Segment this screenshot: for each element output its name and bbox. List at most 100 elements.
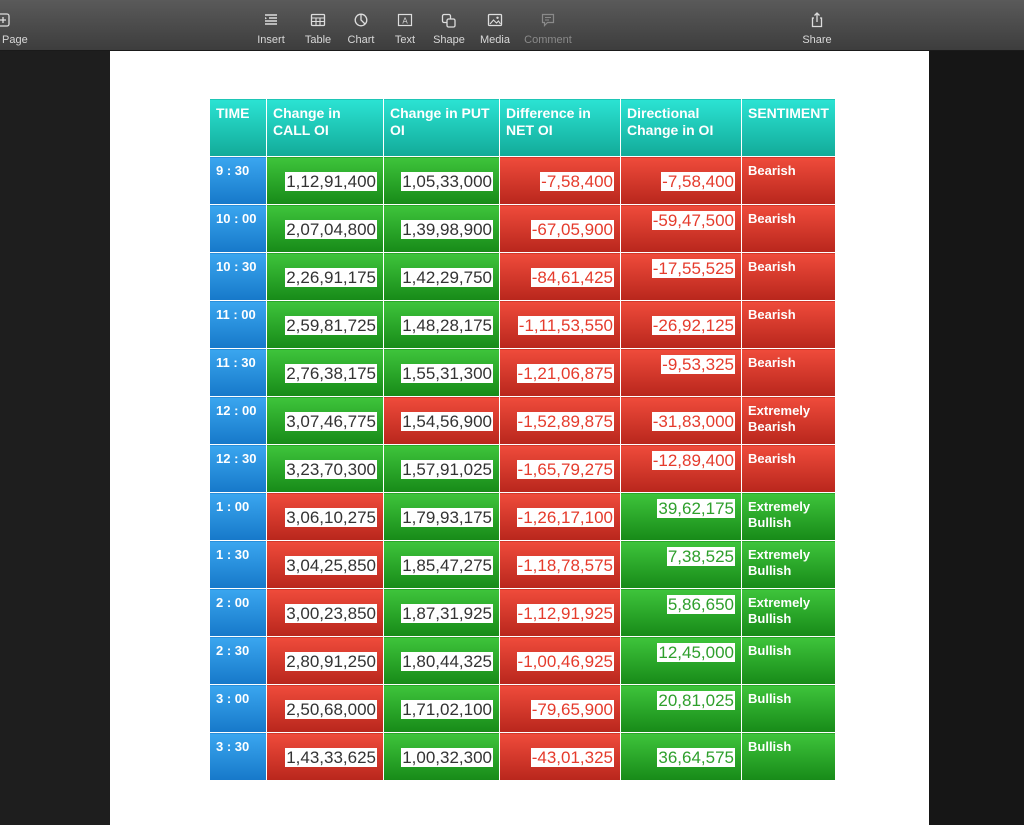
put-oi-cell[interactable]: 1,71,02,100 (383, 684, 500, 733)
net-oi-cell[interactable]: -1,52,89,875 (499, 396, 621, 445)
shape-button[interactable]: Shape (431, 0, 467, 50)
header-put-oi[interactable]: Change in PUT OI (383, 98, 500, 157)
insert-button[interactable]: Insert (251, 0, 291, 50)
time-cell[interactable]: 2 : 00 (209, 588, 267, 637)
call-oi-cell[interactable]: 2,80,91,250 (266, 636, 384, 685)
sentiment-cell[interactable]: Bearish (741, 156, 836, 205)
header-call-oi[interactable]: Change in CALL OI (266, 98, 384, 157)
time-cell[interactable]: 11 : 30 (209, 348, 267, 397)
sentiment-cell[interactable]: Extremely Bearish (741, 396, 836, 445)
oi-table[interactable]: TIME Change in CALL OI Change in PUT OI … (209, 98, 836, 781)
directional-oi-cell[interactable]: -7,58,400 (620, 156, 742, 205)
directional-oi-cell[interactable]: -59,47,500 (620, 204, 742, 253)
directional-oi-cell[interactable]: 20,81,025 (620, 684, 742, 733)
time-cell[interactable]: 10 : 30 (209, 252, 267, 301)
directional-oi-cell[interactable]: -9,53,325 (620, 348, 742, 397)
sentiment-cell[interactable]: Extremely Bullish (741, 588, 836, 637)
call-oi-cell[interactable]: 3,07,46,775 (266, 396, 384, 445)
share-button[interactable]: Share (800, 0, 834, 50)
table-row: 10 : 00 2,07,04,800 1,39,98,900 -67,05,900 -… (209, 204, 836, 253)
put-oi-cell-value: 1,39,98,900 (401, 220, 493, 239)
net-oi-cell[interactable]: -79,65,900 (499, 684, 621, 733)
call-oi-cell[interactable]: 3,00,23,850 (266, 588, 384, 637)
comment-button[interactable]: Comment (522, 0, 574, 50)
directional-oi-cell[interactable]: 5,86,650 (620, 588, 742, 637)
header-net-oi[interactable]: Difference in NET OI (499, 98, 621, 157)
sentiment-cell[interactable]: Bearish (741, 252, 836, 301)
sentiment-cell[interactable]: Bullish (741, 732, 836, 781)
chart-button[interactable]: Chart (342, 0, 380, 50)
directional-oi-cell-value: 7,38,525 (666, 547, 735, 566)
call-oi-cell[interactable]: 3,06,10,275 (266, 492, 384, 541)
net-oi-cell[interactable]: -1,18,78,575 (499, 540, 621, 589)
header-time[interactable]: TIME (209, 98, 267, 157)
put-oi-cell[interactable]: 1,85,47,275 (383, 540, 500, 589)
call-oi-cell[interactable]: 2,76,38,175 (266, 348, 384, 397)
time-cell[interactable]: 3 : 30 (209, 732, 267, 781)
net-oi-cell[interactable]: -43,01,325 (499, 732, 621, 781)
put-oi-cell[interactable]: 1,05,33,000 (383, 156, 500, 205)
put-oi-cell[interactable]: 1,80,44,325 (383, 636, 500, 685)
time-cell[interactable]: 2 : 30 (209, 636, 267, 685)
net-oi-cell[interactable]: -1,26,17,100 (499, 492, 621, 541)
time-cell[interactable]: 11 : 00 (209, 300, 267, 349)
sentiment-cell[interactable]: Extremely Bullish (741, 540, 836, 589)
text-button[interactable]: A Text (387, 0, 423, 50)
directional-oi-cell[interactable]: -17,55,525 (620, 252, 742, 301)
put-oi-cell[interactable]: 1,55,31,300 (383, 348, 500, 397)
call-oi-cell[interactable]: 2,50,68,000 (266, 684, 384, 733)
directional-oi-cell[interactable]: 12,45,000 (620, 636, 742, 685)
directional-oi-cell[interactable]: -12,89,400 (620, 444, 742, 493)
time-cell[interactable]: 3 : 00 (209, 684, 267, 733)
net-oi-cell[interactable]: -7,58,400 (499, 156, 621, 205)
put-oi-cell[interactable]: 1,79,93,175 (383, 492, 500, 541)
put-oi-cell-value: 1,42,29,750 (401, 268, 493, 287)
put-oi-cell[interactable]: 1,39,98,900 (383, 204, 500, 253)
header-directional-oi[interactable]: Directional Change in OI (620, 98, 742, 157)
sentiment-cell[interactable]: Bullish (741, 636, 836, 685)
directional-oi-cell[interactable]: -26,92,125 (620, 300, 742, 349)
call-oi-cell[interactable]: 3,04,25,850 (266, 540, 384, 589)
call-oi-cell[interactable]: 2,59,81,725 (266, 300, 384, 349)
directional-oi-cell[interactable]: 7,38,525 (620, 540, 742, 589)
time-cell[interactable]: 1 : 00 (209, 492, 267, 541)
time-cell[interactable]: 1 : 30 (209, 540, 267, 589)
put-oi-cell[interactable]: 1,54,56,900 (383, 396, 500, 445)
net-oi-cell[interactable]: -84,61,425 (499, 252, 621, 301)
net-oi-cell[interactable]: -1,12,91,925 (499, 588, 621, 637)
net-oi-cell[interactable]: -1,00,46,925 (499, 636, 621, 685)
sentiment-cell[interactable]: Extremely Bullish (741, 492, 836, 541)
directional-oi-cell[interactable]: 39,62,175 (620, 492, 742, 541)
add-page-button[interactable]: Page (0, 0, 32, 50)
time-cell[interactable]: 12 : 30 (209, 444, 267, 493)
time-cell[interactable]: 9 : 30 (209, 156, 267, 205)
call-oi-cell[interactable]: 2,07,04,800 (266, 204, 384, 253)
call-oi-cell[interactable]: 2,26,91,175 (266, 252, 384, 301)
sentiment-cell[interactable]: Bearish (741, 300, 836, 349)
put-oi-cell[interactable]: 1,00,32,300 (383, 732, 500, 781)
directional-oi-cell-value: 36,64,575 (657, 748, 735, 767)
directional-oi-cell[interactable]: 36,64,575 (620, 732, 742, 781)
media-button[interactable]: Media (476, 0, 514, 50)
net-oi-cell[interactable]: -1,21,06,875 (499, 348, 621, 397)
call-oi-cell[interactable]: 3,23,70,300 (266, 444, 384, 493)
header-sentiment[interactable]: SENTIMENT (741, 98, 836, 157)
put-oi-cell[interactable]: 1,87,31,925 (383, 588, 500, 637)
call-oi-cell[interactable]: 1,12,91,400 (266, 156, 384, 205)
directional-oi-cell[interactable]: -31,83,000 (620, 396, 742, 445)
table-button[interactable]: Table (299, 0, 337, 50)
net-oi-cell[interactable]: -1,11,53,550 (499, 300, 621, 349)
call-oi-cell[interactable]: 1,43,33,625 (266, 732, 384, 781)
table-row: 12 : 30 3,23,70,300 1,57,91,025 -1,65,79,27… (209, 444, 836, 493)
sentiment-cell[interactable]: Bullish (741, 684, 836, 733)
put-oi-cell[interactable]: 1,57,91,025 (383, 444, 500, 493)
sentiment-cell[interactable]: Bearish (741, 348, 836, 397)
put-oi-cell[interactable]: 1,42,29,750 (383, 252, 500, 301)
net-oi-cell[interactable]: -1,65,79,275 (499, 444, 621, 493)
put-oi-cell[interactable]: 1,48,28,175 (383, 300, 500, 349)
sentiment-cell[interactable]: Bearish (741, 444, 836, 493)
time-cell[interactable]: 12 : 00 (209, 396, 267, 445)
time-cell[interactable]: 10 : 00 (209, 204, 267, 253)
sentiment-cell[interactable]: Bearish (741, 204, 836, 253)
net-oi-cell[interactable]: -67,05,900 (499, 204, 621, 253)
